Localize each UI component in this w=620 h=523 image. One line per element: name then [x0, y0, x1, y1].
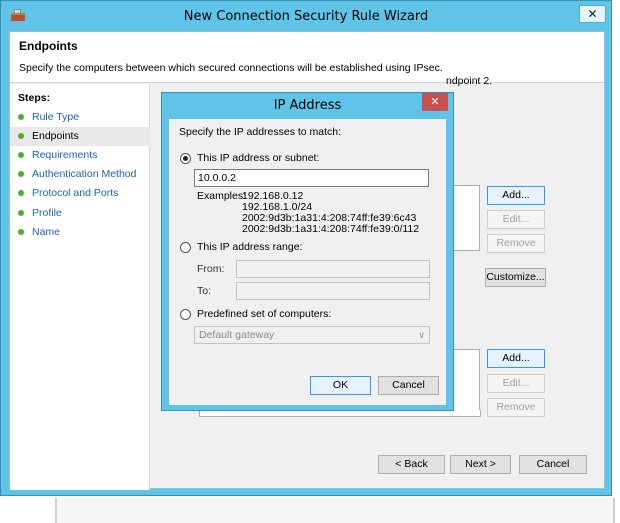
endpoint-2-list[interactable]	[452, 349, 480, 417]
examples-label: Examples:	[197, 190, 247, 202]
step-item-rule-type[interactable]: Rule Type	[10, 108, 150, 127]
endpoint-1-list[interactable]	[452, 185, 480, 251]
customize-button[interactable]: Customize...	[485, 268, 546, 287]
radio-predefined-label[interactable]: Predefined set of computers:	[197, 308, 331, 320]
close-icon: ✕	[430, 96, 440, 108]
endpoint-2-remove-button[interactable]: Remove	[487, 398, 545, 417]
step-label: Protocol and Ports	[32, 187, 119, 199]
ip-address-dialog: IP Address ✕ Specify the IP addresses to…	[161, 92, 454, 411]
step-label: Profile	[32, 207, 62, 219]
steps-heading: Steps:	[18, 92, 51, 104]
background-window-edge	[55, 498, 615, 523]
page-description: Specify the computers between which secu…	[19, 62, 443, 74]
next-button[interactable]: Next >	[450, 455, 511, 474]
step-item-profile[interactable]: Profile	[10, 204, 150, 223]
ip-subnet-input[interactable]: 10.0.0.2	[194, 169, 429, 187]
step-item-name[interactable]: Name	[10, 223, 150, 242]
step-bullet-icon	[18, 190, 24, 196]
step-bullet-icon	[18, 171, 24, 177]
step-item-requirements[interactable]: Requirements	[10, 146, 150, 165]
radio-ip-subnet[interactable]	[180, 153, 191, 164]
endpoint-2-list-bottom	[199, 410, 481, 417]
step-bullet-icon	[18, 152, 24, 158]
dialog-prompt: Specify the IP addresses to match:	[179, 126, 342, 138]
step-bullet-icon	[18, 133, 24, 139]
step-label: Name	[32, 226, 61, 238]
endpoint-1-add-button[interactable]: Add...	[487, 186, 545, 205]
predefined-select[interactable]: Default gateway ∨	[194, 326, 430, 344]
radio-ip-range-label[interactable]: This IP address range:	[197, 241, 302, 253]
radio-predefined[interactable]	[180, 309, 191, 320]
dialog-close-button[interactable]: ✕	[422, 93, 448, 111]
step-item-authentication-method[interactable]: Authentication Method	[10, 165, 150, 184]
step-item-endpoints[interactable]: Endpoints	[10, 127, 150, 146]
step-label: Requirements	[32, 149, 98, 161]
chevron-down-icon: ∨	[418, 330, 425, 340]
radio-ip-range[interactable]	[180, 242, 191, 253]
wizard-cancel-button[interactable]: Cancel	[519, 455, 587, 474]
endpoint-2-text: ndpoint 2.	[446, 75, 493, 87]
step-label: Authentication Method	[32, 168, 137, 180]
endpoint-1-edit-button[interactable]: Edit...	[487, 210, 545, 229]
dialog-cancel-button[interactable]: Cancel	[378, 376, 439, 395]
radio-ip-subnet-label[interactable]: This IP address or subnet:	[197, 152, 319, 164]
predefined-select-value: Default gateway	[199, 329, 275, 341]
wizard-title: New Connection Security Rule Wizard	[183, 9, 429, 24]
endpoint-2-add-button[interactable]: Add...	[487, 349, 545, 368]
step-item-protocol-and-ports[interactable]: Protocol and Ports	[10, 184, 150, 203]
example-item: 2002:9d3b:1a31:4:208:74ff:fe39:0/112	[242, 223, 420, 235]
wizard-titlebar[interactable]: New Connection Security Rule Wizard ✕	[1, 1, 611, 31]
page-title: Endpoints	[19, 39, 78, 53]
ok-button[interactable]: OK	[310, 376, 371, 395]
dialog-body: Specify the IP addresses to match: This …	[169, 119, 446, 405]
step-bullet-icon	[18, 114, 24, 120]
wizard-close-button[interactable]: ✕	[579, 5, 606, 23]
from-label: From:	[197, 263, 225, 275]
step-bullet-icon	[18, 210, 24, 216]
steps-panel: Steps: Rule Type Endpoints Requirements …	[10, 84, 150, 490]
back-button[interactable]: < Back	[378, 455, 445, 474]
ip-range-to-input[interactable]	[236, 282, 430, 300]
endpoint-2-edit-button[interactable]: Edit...	[487, 374, 545, 393]
step-label: Endpoints	[32, 130, 79, 142]
wizard-header: Endpoints Specify the computers between …	[10, 32, 604, 83]
dialog-title: IP Address	[273, 98, 342, 113]
step-bullet-icon	[18, 229, 24, 235]
to-label: To:	[197, 285, 212, 297]
ip-range-from-input[interactable]	[236, 260, 430, 278]
close-icon: ✕	[587, 7, 598, 21]
step-label: Rule Type	[32, 111, 80, 123]
endpoint-1-remove-button[interactable]: Remove	[487, 234, 545, 253]
